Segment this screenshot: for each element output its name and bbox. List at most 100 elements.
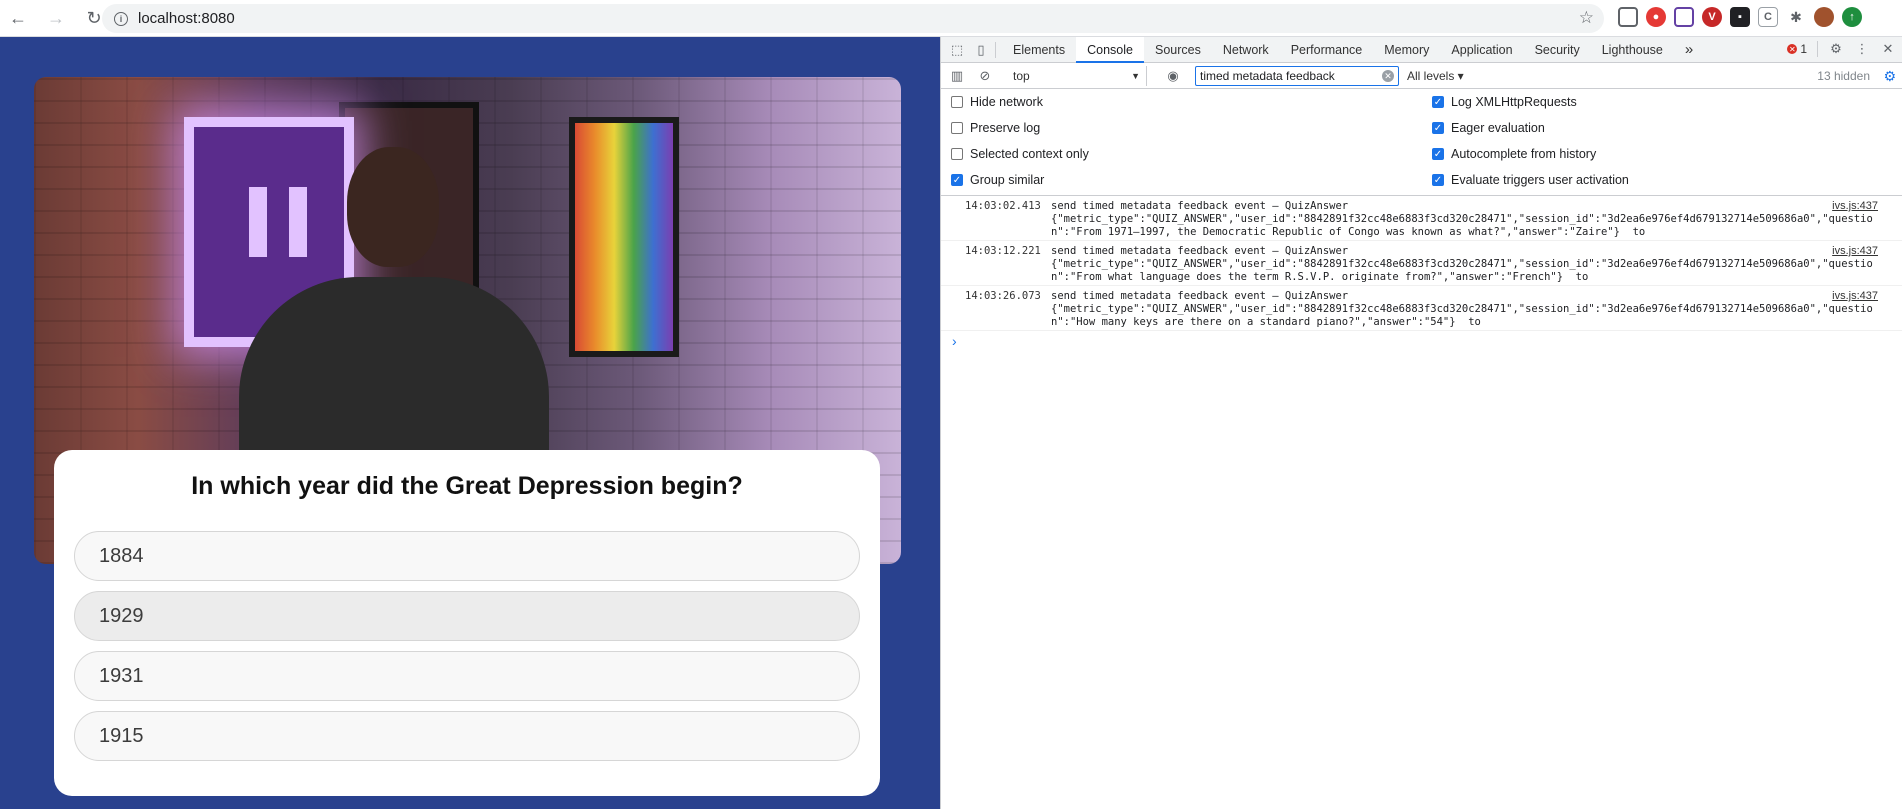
log-timestamp: 14:03:26.073 [965,290,1041,302]
quiz-question: In which year did the Great Depression b… [191,472,743,500]
console-message[interactable]: 14:03:12.221 send timed metadata feedbac… [941,241,1902,286]
update-icon[interactable]: ↑ [1842,7,1862,27]
tab-sources[interactable]: Sources [1144,37,1212,63]
log-xhr-option[interactable]: ✓ Log XMLHttpRequests [1432,95,1577,109]
adblock-icon[interactable]: ● [1646,7,1666,27]
checkbox-checked[interactable]: ✓ [1432,148,1444,160]
eager-eval-option[interactable]: ✓ Eager evaluation [1432,121,1545,135]
device-toolbar-icon[interactable]: ▯ [973,42,989,58]
code-extension-icon[interactable]: C [1758,7,1778,27]
option-label: Group similar [970,173,1045,187]
option-label: Log XMLHttpRequests [1451,95,1577,109]
error-count: 1 [1800,42,1807,56]
checkbox-checked[interactable]: ✓ [1432,122,1444,134]
answer-option[interactable]: 1884 [74,531,860,581]
checkbox[interactable] [951,96,963,108]
tab-performance[interactable]: Performance [1280,37,1374,63]
checkbox-checked[interactable]: ✓ [1432,96,1444,108]
option-label: Selected context only [970,147,1089,161]
checkbox[interactable] [951,122,963,134]
hidden-messages-count: 13 hidden [1817,69,1870,83]
clear-console-icon[interactable]: ⊘ [977,68,993,84]
option-label: Evaluate triggers user activation [1451,173,1629,187]
settings-gear-icon[interactable]: ⚙ [1828,41,1844,57]
divider [1817,41,1818,57]
chat-extension-icon[interactable] [1674,7,1694,27]
sidebar-toggle-icon[interactable]: ▥ [949,68,965,84]
console-prompt-line[interactable]: › [941,331,1902,355]
checkbox[interactable] [951,148,963,160]
tab-security[interactable]: Security [1524,37,1591,63]
forward-icon[interactable]: → [44,6,68,30]
tv-extension-icon[interactable]: ▪ [1730,7,1750,27]
preserve-log-option[interactable]: Preserve log [951,121,1040,135]
url-text: localhost:8080 [138,10,235,27]
log-source-link[interactable]: ivs.js:437 [1832,245,1878,257]
divider [995,41,996,58]
app-viewport: In which year did the Great Depression b… [0,37,940,809]
kebab-menu-icon[interactable]: ⋮ [1854,41,1870,57]
context-selector[interactable]: top ▼ [1011,66,1147,86]
error-count-badge[interactable]: ✕ 1 [1787,42,1807,56]
log-text: send timed metadata feedback event – Qui… [1051,200,1873,238]
log-source-link[interactable]: ivs.js:437 [1832,200,1878,212]
devtools-tab-bar: ⬚ ▯ Elements Console Sources Network Per… [941,36,1902,63]
presenter-head [347,147,439,267]
checkbox-checked[interactable]: ✓ [951,174,963,186]
clear-filter-icon[interactable]: ✕ [1382,70,1394,82]
hide-network-option[interactable]: Hide network [951,95,1043,109]
tab-lighthouse[interactable]: Lighthouse [1591,37,1674,63]
answer-option[interactable]: 1929 [74,591,860,641]
tab-network[interactable]: Network [1212,37,1280,63]
address-bar[interactable]: i localhost:8080 ☆ [102,4,1604,33]
log-timestamp: 14:03:12.221 [965,245,1041,257]
option-label: Preserve log [970,121,1041,135]
profile-avatar[interactable] [1814,7,1834,27]
pixel-art-poster [569,117,679,357]
dropdown-arrow-icon: ▼ [1131,71,1140,81]
selected-context-option[interactable]: Selected context only [951,147,1089,161]
extensions-area: ● V ▪ C ✱ ↑ [1618,7,1862,27]
tab-console[interactable]: Console [1076,36,1144,63]
log-timestamp: 14:03:02.413 [965,200,1041,212]
error-icon: ✕ [1787,44,1798,54]
prompt-chevron-icon: › [952,333,957,349]
puzzle-extensions-icon[interactable]: ✱ [1786,7,1806,27]
context-value: top [1013,69,1030,83]
log-text: send timed metadata feedback event – Qui… [1051,245,1873,283]
filter-text: timed metadata feedback [1200,69,1335,83]
tab-application[interactable]: Application [1440,37,1523,63]
inspect-element-icon[interactable]: ⬚ [949,42,965,58]
back-icon[interactable]: ← [6,6,30,30]
tab-elements[interactable]: Elements [1002,37,1076,63]
vivaldi-extension-icon[interactable]: V [1702,7,1722,27]
devtools-actions: ✕ 1 ⚙ ⋮ ✕ [1787,41,1896,57]
live-expression-eye-icon[interactable]: ◉ [1165,68,1181,84]
autocomplete-option[interactable]: ✓ Autocomplete from history [1432,147,1596,161]
checkbox-checked[interactable]: ✓ [1432,174,1444,186]
log-levels-dropdown[interactable]: All levels ▾ [1407,69,1464,83]
console-message[interactable]: 14:03:26.073 send timed metadata feedbac… [941,286,1902,331]
pocket-icon[interactable] [1618,7,1638,27]
log-source-link[interactable]: ivs.js:437 [1832,290,1878,302]
answer-option[interactable]: 1931 [74,651,860,701]
log-text: send timed metadata feedback event – Qui… [1051,290,1873,328]
option-label: Hide network [970,95,1043,109]
close-devtools-icon[interactable]: ✕ [1880,41,1896,57]
console-settings-pane: Hide network Preserve log Selected conte… [941,89,1902,196]
devtools-panel: ⬚ ▯ Elements Console Sources Network Per… [940,36,1902,809]
console-settings-icon[interactable]: ⚙ [1883,68,1896,85]
quiz-card: In which year did the Great Depression b… [54,450,880,796]
site-info-icon[interactable]: i [114,11,128,26]
option-label: Autocomplete from history [1451,147,1597,161]
console-message[interactable]: 14:03:02.413 send timed metadata feedbac… [941,196,1902,241]
console-filter-input[interactable]: timed metadata feedback ✕ [1195,66,1399,86]
tab-memory[interactable]: Memory [1373,37,1440,63]
more-tabs-icon[interactable]: » [1674,37,1704,63]
group-similar-option[interactable]: ✓ Group similar [951,173,1044,187]
bookmark-star-icon[interactable]: ☆ [1579,8,1594,28]
answer-option[interactable]: 1915 [74,711,860,761]
browser-toolbar: ← → ↻ i localhost:8080 ☆ ● V ▪ C ✱ ↑ [0,0,1902,37]
eval-triggers-option[interactable]: ✓ Evaluate triggers user activation [1432,173,1629,187]
option-label: Eager evaluation [1451,121,1545,135]
